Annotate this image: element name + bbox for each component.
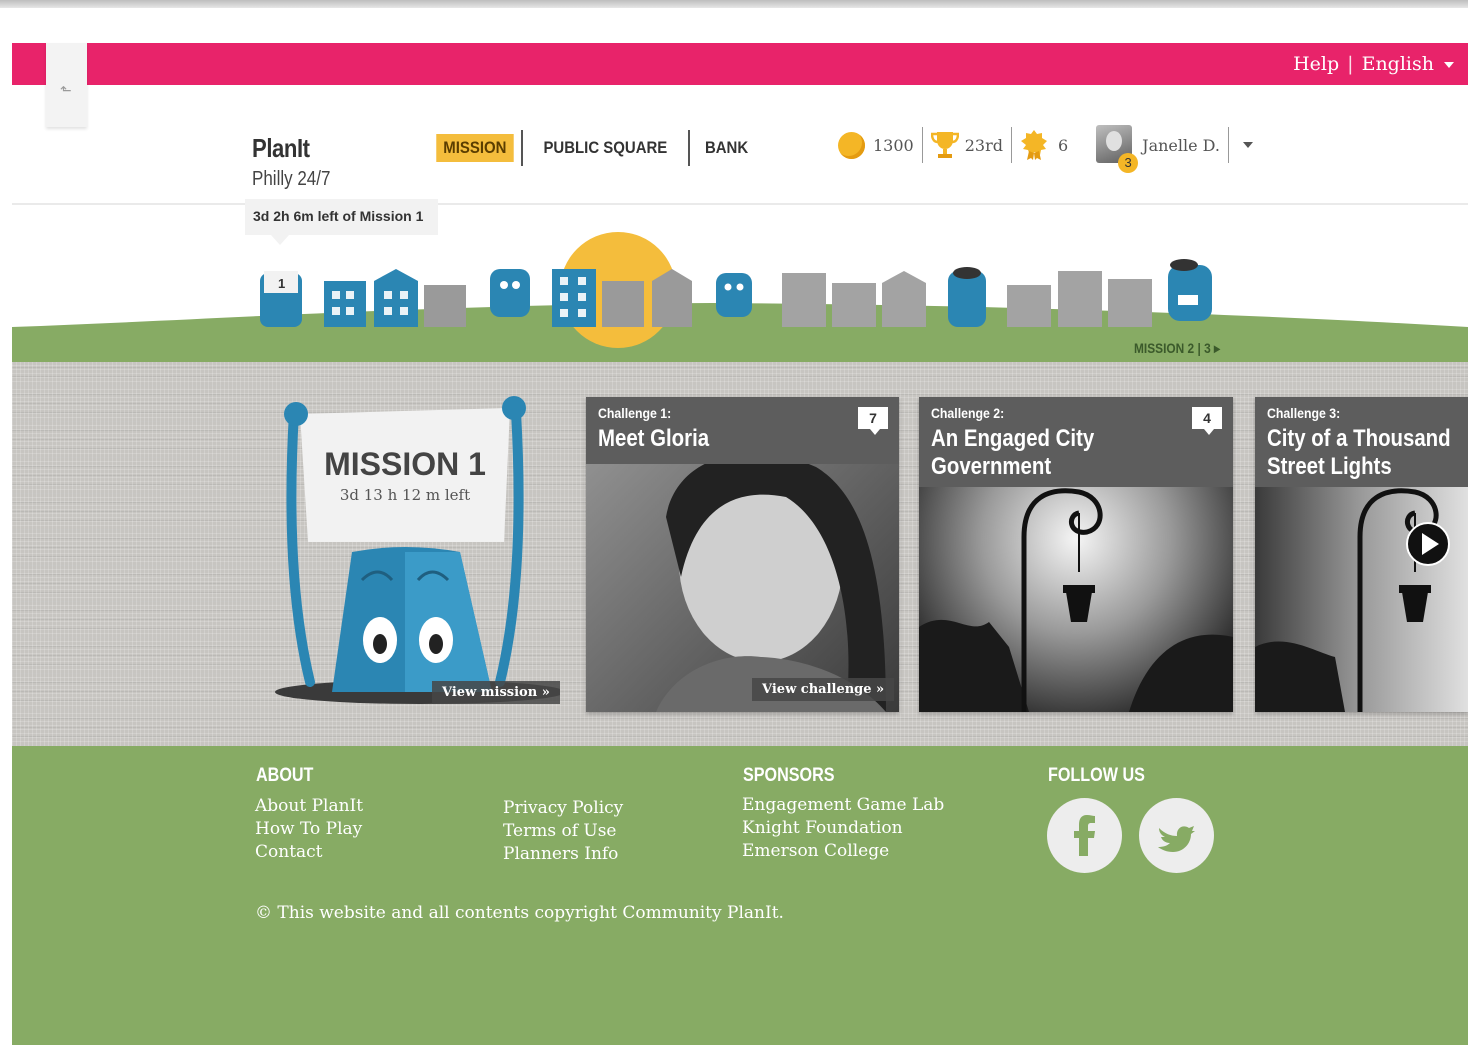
twitter-button[interactable]: [1139, 798, 1214, 873]
footer-link-about[interactable]: About PlanIt: [255, 795, 363, 818]
character-4: [948, 267, 986, 327]
mission-pager[interactable]: MISSION 2 | 3 ▸: [1134, 340, 1220, 357]
chevron-down-icon: [1444, 62, 1454, 68]
mission-card[interactable]: MISSION 1 3d 13 h 12 m left: [270, 392, 560, 712]
facebook-button[interactable]: [1047, 798, 1122, 873]
footer-about-links: About PlanIt How To Play Contact: [255, 795, 363, 864]
nav-bank[interactable]: BANK: [696, 135, 757, 161]
rank-stat[interactable]: 23rd: [930, 130, 1003, 160]
twitter-icon: [1158, 826, 1195, 852]
challenge-card-3[interactable]: Challenge 3: City of a Thousand Street L…: [1255, 397, 1468, 712]
footer-sponsors-heading: SPONSORS: [743, 765, 835, 786]
facebook-icon: [1074, 815, 1095, 856]
back-tab[interactable]: ⬑: [46, 43, 87, 127]
challenge-3-label: Challenge 3:: [1267, 405, 1341, 421]
trophy-icon: [930, 132, 959, 158]
challenge-2-header: Challenge 2: An Engaged City Government: [919, 397, 1233, 487]
challenge-3-header: Challenge 3: City of a Thousand Street L…: [1255, 397, 1468, 487]
top-separator: |: [1347, 53, 1354, 75]
chevron-down-icon: [1243, 142, 1254, 148]
nav-public-square[interactable]: PUBLIC SQUARE: [534, 135, 675, 161]
challenge-3-title: City of a Thousand Street Lights: [1267, 425, 1451, 480]
language-label: English: [1361, 53, 1434, 75]
avatar: 3: [1096, 125, 1139, 173]
coin-icon: [838, 131, 865, 159]
awards-value: 6: [1057, 135, 1069, 155]
user-divider: [1228, 127, 1230, 163]
character-1: 1: [260, 271, 302, 327]
comment-count-badge: 4: [1192, 407, 1222, 435]
nav-divider: [687, 130, 690, 166]
footer-link-planners[interactable]: Planners Info: [503, 843, 623, 866]
footer-link-contact[interactable]: Contact: [255, 841, 363, 864]
challenge-1-label: Challenge 1:: [598, 405, 672, 421]
character-2: [490, 269, 530, 317]
awards-stat[interactable]: 6: [1020, 129, 1068, 161]
window-top-edge: [0, 0, 1468, 8]
challenge-2-title: An Engaged City Government: [931, 425, 1095, 480]
coins-stat[interactable]: 1300: [838, 131, 914, 159]
footer-link-terms[interactable]: Terms of Use: [503, 820, 623, 843]
character-5: [1168, 259, 1212, 321]
sponsor-link[interactable]: Engagement Game Lab: [742, 794, 944, 817]
footer-link-how-to-play[interactable]: How To Play: [255, 818, 363, 841]
mission-time-left: 3d 13 h 12 m left: [340, 486, 470, 504]
challenge-1-header: Challenge 1: Meet Gloria: [586, 397, 899, 464]
challenge-1-title: Meet Gloria: [598, 425, 710, 452]
user-menu[interactable]: 3 Janelle D.: [1094, 125, 1254, 173]
brand[interactable]: PlanIt Philly 24/7: [252, 133, 344, 191]
user-name: Janelle D.: [1142, 135, 1221, 155]
header-divider: [12, 203, 1468, 205]
mission-progress-scene: 1: [12, 232, 1468, 365]
main-nav: MISSION PUBLIC SQUARE BANK: [431, 130, 761, 166]
language-select[interactable]: English: [1362, 53, 1454, 75]
copyright: © This website and all contents copyrigh…: [255, 903, 784, 923]
footer-link-privacy[interactable]: Privacy Policy: [503, 797, 623, 820]
mission-pager-label: MISSION 2 | 3: [1134, 340, 1211, 356]
back-arrow-icon: ⬑: [60, 83, 72, 99]
stats-divider: [1010, 127, 1012, 163]
character-3: [716, 273, 752, 317]
footer-follow-heading: FOLLOW US: [1048, 765, 1145, 786]
award-icon: [1020, 130, 1047, 160]
coins-value: 1300: [873, 135, 914, 155]
view-challenge-button[interactable]: View challenge »: [752, 678, 895, 701]
brand-subtitle: Philly 24/7: [252, 168, 331, 190]
footer: [12, 746, 1468, 1045]
view-mission-button[interactable]: View mission »: [432, 681, 560, 704]
footer-about-heading: ABOUT: [256, 765, 314, 786]
top-bar: [12, 43, 1468, 85]
help-link[interactable]: Help: [1293, 53, 1339, 75]
footer-sponsors: Engagement Game Lab Knight Foundation Em…: [742, 794, 944, 863]
brand-title: PlanIt: [252, 133, 310, 163]
comment-count-badge: 7: [858, 407, 888, 435]
challenge-2-label: Challenge 2:: [931, 405, 1005, 421]
sponsor-link[interactable]: Emerson College: [742, 840, 944, 863]
sponsor-link[interactable]: Knight Foundation: [742, 817, 944, 840]
nav-divider: [520, 130, 523, 166]
top-links: Help | English: [1293, 53, 1454, 75]
play-icon[interactable]: [1405, 521, 1451, 567]
challenge-card-1[interactable]: Challenge 1: Meet Gloria 7 View challeng…: [586, 397, 899, 712]
rank-value: 23rd: [964, 135, 1003, 155]
nav-mission[interactable]: MISSION: [436, 134, 514, 162]
footer-legal-links: Privacy Policy Terms of Use Planners Inf…: [503, 797, 623, 866]
user-stats: 1300 23rd 6 3 Janelle D.: [838, 120, 1254, 173]
challenge-card-2[interactable]: Challenge 2: An Engaged City Government …: [919, 397, 1233, 712]
mission-title: MISSION 1: [324, 446, 486, 482]
stats-divider: [921, 127, 923, 163]
scene-marker: 1: [278, 276, 285, 291]
